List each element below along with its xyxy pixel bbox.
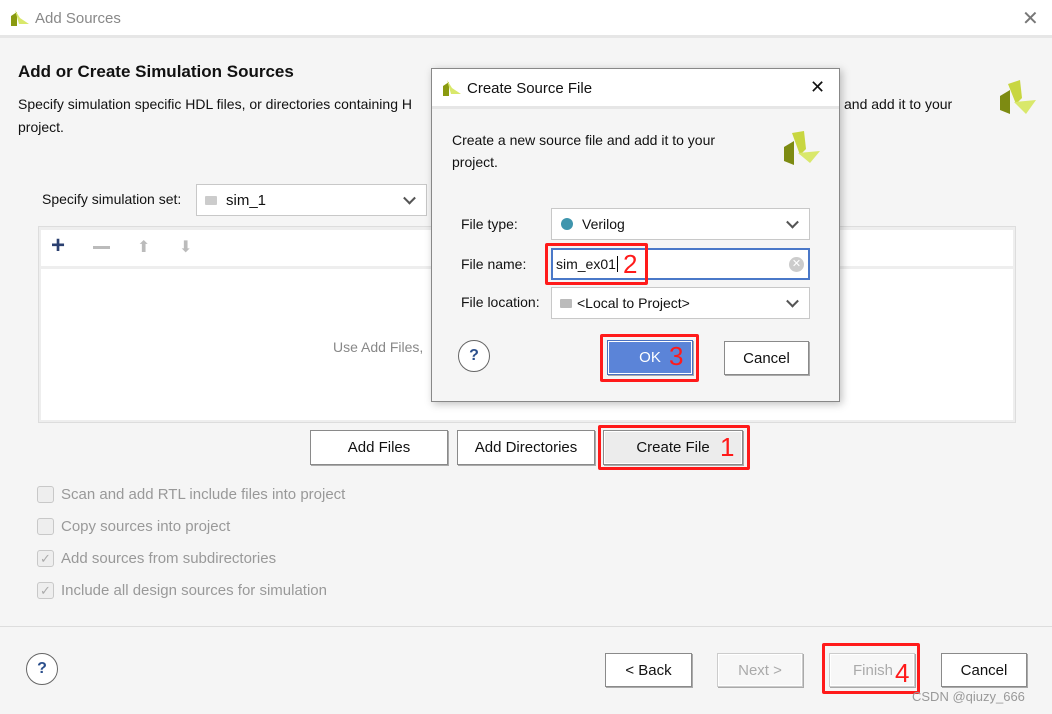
page-description: Specify simulation specific HDL files, o… (18, 96, 412, 112)
dialog-help-button[interactable]: ? (458, 340, 490, 372)
watermark: CSDN @qiuzy_666 (912, 689, 1025, 704)
remove-icon[interactable] (93, 246, 110, 249)
page-description-line2: project. (18, 119, 64, 135)
file-type-label: File type: (461, 216, 518, 232)
vivado-logo-icon (443, 80, 461, 96)
chevron-down-icon (786, 294, 799, 308)
option-label-0: Scan and add RTL include files into proj… (61, 486, 346, 503)
move-down-icon[interactable]: ⬇ (179, 237, 192, 257)
help-button[interactable]: ? (26, 653, 58, 685)
file-type-value: Verilog (582, 216, 625, 232)
file-type-dropdown[interactable]: Verilog (551, 208, 810, 240)
option-checkbox-0[interactable] (37, 486, 54, 503)
file-location-label: File location: (461, 294, 540, 310)
dialog-cancel-button[interactable]: Cancel (724, 341, 809, 375)
file-location-dropdown[interactable]: <Local to Project> (551, 287, 810, 319)
cancel-button[interactable]: Cancel (941, 653, 1027, 687)
annotation-number-3: 3 (669, 341, 684, 371)
add-icon[interactable]: + (51, 232, 65, 260)
file-location-value: <Local to Project> (577, 295, 690, 311)
chevron-down-icon (403, 191, 416, 205)
create-source-file-dialog: Create Source File ✕ Create a new source… (431, 68, 840, 402)
vivado-logo-icon (784, 131, 820, 165)
dialog-close-icon[interactable]: ✕ (810, 77, 825, 98)
vivado-logo-icon (11, 10, 29, 26)
dialog-title-bar: Create Source File ✕ (432, 69, 839, 109)
annotation-number-4: 4 (895, 658, 910, 688)
sim-set-dropdown[interactable]: sim_1 (196, 184, 427, 216)
file-name-label: File name: (461, 256, 527, 272)
sim-set-label: Specify simulation set: (42, 191, 182, 207)
move-up-icon[interactable]: ⬆ (137, 237, 150, 257)
option-checkbox-3[interactable]: ✓ (37, 582, 54, 599)
folder-icon (205, 195, 217, 205)
page-heading: Add or Create Simulation Sources (18, 62, 294, 81)
option-label-1: Copy sources into project (61, 518, 231, 535)
empty-list-text: Use Add Files, (333, 339, 424, 355)
folder-icon (560, 298, 572, 308)
dialog-description: Create a new source file and add it to y… (452, 132, 716, 170)
verilog-dot-icon (561, 218, 573, 230)
page-description-right: and add it to your (844, 96, 953, 112)
add-files-button[interactable]: Add Files (310, 430, 448, 465)
option-checkbox-2[interactable]: ✓ (37, 550, 54, 567)
annotation-number-1: 1 (720, 432, 735, 462)
vivado-logo-icon (1000, 80, 1036, 114)
footer-divider (0, 626, 1052, 627)
option-label-3: Include all design sources for simulatio… (61, 582, 327, 599)
option-label-2: Add sources from subdirectories (61, 550, 277, 567)
title-bar: Add Sources ✕ (0, 0, 1052, 38)
dialog-title: Create Source File (467, 80, 593, 97)
next-button[interactable]: Next > (717, 653, 803, 687)
close-icon[interactable]: ✕ (1022, 6, 1039, 31)
chevron-down-icon (786, 215, 799, 229)
add-directories-button[interactable]: Add Directories (457, 430, 595, 465)
annotation-number-2: 2 (623, 249, 638, 279)
back-button[interactable]: < Back (605, 653, 692, 687)
annotation-box-3 (600, 334, 699, 382)
clear-icon[interactable]: ✕ (789, 257, 804, 272)
window-title: Add Sources (35, 10, 121, 27)
option-checkbox-1[interactable] (37, 518, 54, 535)
sim-set-value: sim_1 (226, 191, 267, 209)
